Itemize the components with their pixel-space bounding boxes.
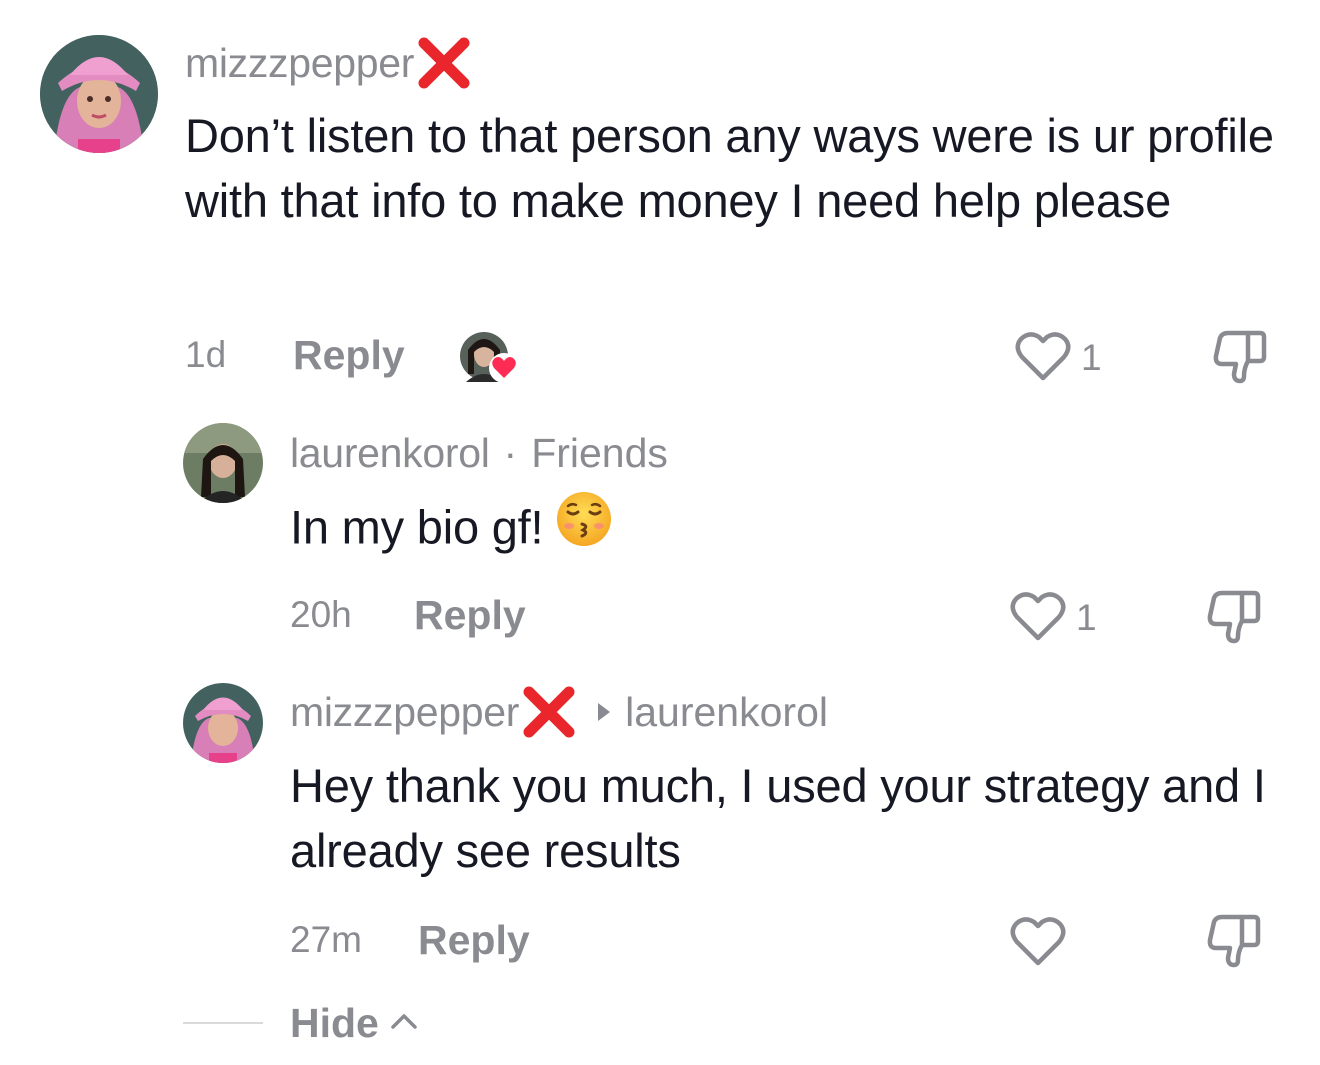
hide-replies-button[interactable]: Hide — [290, 998, 419, 1048]
hide-label: Hide — [290, 999, 379, 1046]
comment-text: In my bio gf! — [290, 492, 1270, 568]
timestamp: 27m — [290, 919, 362, 960]
thumbs-down-icon[interactable] — [1204, 912, 1262, 970]
heart-outline-icon — [1015, 330, 1071, 387]
username-row: mizzzpepper laurenkorol — [290, 686, 828, 738]
comment-actions: 20h Reply — [290, 590, 526, 640]
comment-actions: 27m Reply — [290, 915, 530, 965]
comment-text-body: In my bio gf! — [290, 500, 544, 554]
like-button[interactable] — [1010, 915, 1076, 971]
like-count: 1 — [1081, 337, 1102, 378]
x-mark-icon — [416, 35, 472, 91]
x-mark-icon — [521, 684, 577, 740]
username[interactable]: laurenkorol — [290, 430, 490, 477]
reply-button[interactable]: Reply — [414, 592, 526, 639]
timestamp: 20h — [290, 594, 352, 635]
friends-tag: Friends — [531, 429, 668, 476]
creator-liked-badge — [458, 330, 528, 386]
username-row: mizzzpepper — [185, 35, 472, 91]
hide-divider — [183, 1022, 263, 1024]
separator-dot: · — [503, 429, 518, 476]
play-arrow-icon — [597, 702, 611, 722]
like-button[interactable]: 1 — [1010, 590, 1097, 646]
timestamp: 1d — [185, 334, 227, 375]
comment-text: Hey thank you much, I used your strategy… — [290, 759, 1266, 877]
comment-text: Don’t listen to that person any ways wer… — [185, 109, 1274, 227]
avatar-mizzzpepper[interactable] — [40, 35, 158, 153]
reply-button[interactable]: Reply — [293, 332, 405, 379]
thumbs-down-icon[interactable] — [1210, 328, 1268, 386]
like-count: 1 — [1076, 597, 1097, 638]
avatar-laurenkorol[interactable] — [183, 423, 263, 503]
heart-outline-icon — [1010, 590, 1066, 647]
heart-outline-icon — [1010, 915, 1066, 972]
comment-actions: 1d Reply — [185, 330, 405, 380]
reply-target-username[interactable]: laurenkorol — [625, 689, 828, 736]
thumbs-down-icon[interactable] — [1204, 588, 1262, 646]
kissing-face-emoji-icon — [555, 490, 613, 564]
chevron-up-icon — [389, 1011, 419, 1036]
reply-button[interactable]: Reply — [418, 917, 530, 964]
avatar-mizzzpepper[interactable] — [183, 683, 263, 763]
username-row: laurenkorol · Friends — [290, 428, 668, 478]
username[interactable]: mizzzpepper — [290, 689, 519, 736]
username[interactable]: mizzzpepper — [185, 40, 414, 87]
like-button[interactable]: 1 — [1015, 330, 1102, 386]
